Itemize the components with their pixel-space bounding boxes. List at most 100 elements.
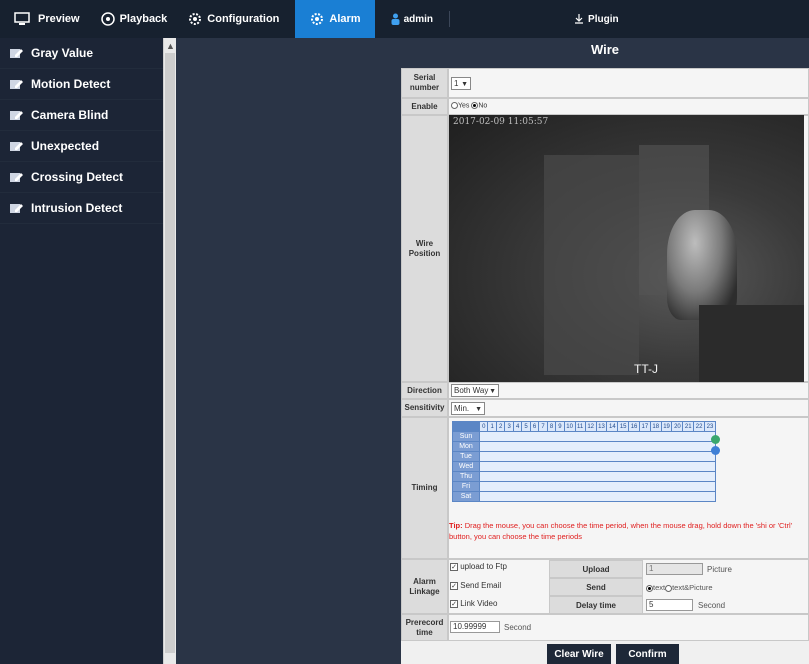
hour-cell[interactable]: 15: [617, 421, 630, 432]
hour-cell[interactable]: 9: [555, 421, 565, 432]
hour-cell[interactable]: 17: [638, 421, 651, 432]
hour-cell[interactable]: 12: [584, 421, 597, 432]
timing-day-row[interactable]: Sat: [452, 491, 716, 502]
download-icon: [575, 14, 584, 24]
timing-day-row[interactable]: Fri: [452, 481, 716, 492]
day-schedule-bar[interactable]: [479, 461, 716, 472]
sidebar-item-label: Unexpected: [31, 139, 100, 153]
scrollbar-thumb[interactable]: [165, 53, 175, 653]
day-schedule-bar[interactable]: [479, 491, 716, 502]
hour-cell[interactable]: 7: [538, 421, 548, 432]
hour-cell[interactable]: 1: [487, 421, 497, 432]
upload-count-input[interactable]: 1: [646, 563, 703, 575]
nav-preview[interactable]: Preview: [0, 0, 90, 38]
day-schedule-bar[interactable]: [479, 431, 716, 442]
hour-cell[interactable]: 3: [504, 421, 514, 432]
day-schedule-bar[interactable]: [479, 481, 716, 492]
hour-cell[interactable]: 10: [563, 421, 576, 432]
delay-time-input[interactable]: 5: [646, 599, 693, 611]
hour-cell[interactable]: 6: [529, 421, 540, 432]
day-label[interactable]: Wed: [452, 461, 480, 472]
video-preview[interactable]: 2017-02-09 11:05:57 TT-J: [449, 115, 804, 382]
clear-wire-button[interactable]: Clear Wire: [547, 644, 611, 664]
timing-day-row[interactable]: Thu: [452, 471, 716, 482]
sidebar-item-gray-value[interactable]: Gray Value: [0, 38, 163, 69]
sidebar-item-unexpected[interactable]: Unexpected: [0, 131, 163, 162]
day-schedule-bar[interactable]: [479, 441, 716, 452]
sidebar-item-camera-blind[interactable]: Camera Blind: [0, 100, 163, 131]
upload-unit: Picture: [707, 565, 732, 574]
nav-configuration-label: Configuration: [207, 13, 280, 25]
hour-cell[interactable]: 21: [682, 421, 695, 432]
wire-position-label: Wire Position: [401, 115, 448, 382]
tip-text: Drag the mouse, you can choose the time …: [449, 521, 793, 541]
hour-cell[interactable]: 8: [546, 421, 557, 432]
timing-schedule-grid[interactable]: 0 1 2 3 4 5 6 7 8 9 10 11 12 13 14 15 16…: [452, 421, 716, 502]
hour-cell[interactable]: 0: [478, 421, 489, 432]
day-label[interactable]: Fri: [452, 481, 480, 492]
send-options: text text&Picture: [646, 583, 713, 592]
day-schedule-bar[interactable]: [479, 451, 716, 462]
page-title: Wire: [401, 38, 809, 68]
prerecord-row: [448, 614, 809, 641]
timing-day-row[interactable]: Tue: [452, 451, 716, 462]
direction-select[interactable]: Both Way: [451, 384, 499, 397]
clear-icon[interactable]: [711, 446, 720, 455]
day-label[interactable]: Sat: [452, 491, 480, 502]
day-schedule-bar[interactable]: [479, 471, 716, 482]
hour-cell[interactable]: 16: [628, 421, 640, 432]
direction-row: Both Way: [448, 382, 809, 399]
user-menu[interactable]: admin: [375, 0, 443, 38]
sensitivity-select[interactable]: Min.: [451, 402, 485, 415]
send-text-picture-radio[interactable]: [665, 584, 673, 592]
prerecord-unit: Second: [504, 623, 532, 632]
hour-cell[interactable]: 22: [693, 421, 706, 432]
enable-yes-radio[interactable]: [451, 102, 458, 109]
hour-cell[interactable]: 23: [704, 421, 716, 432]
send-text-radio[interactable]: [646, 584, 653, 592]
confirm-button[interactable]: Confirm: [616, 644, 679, 664]
timing-day-row[interactable]: Mon: [452, 441, 716, 452]
sidebar-item-motion-detect[interactable]: Motion Detect: [0, 69, 163, 100]
plugin-label: Plugin: [588, 13, 619, 25]
hour-cell[interactable]: 13: [595, 421, 608, 432]
send-email-checkbox[interactable]: ✓: [450, 581, 458, 590]
scroll-up-icon[interactable]: ▲: [166, 41, 175, 51]
delay-unit: Second: [698, 601, 726, 610]
nav-configuration[interactable]: Configuration: [177, 0, 289, 38]
day-label[interactable]: Tue: [452, 451, 480, 462]
prerecord-time-input[interactable]: 10.99999: [450, 621, 500, 633]
select-all-icon[interactable]: [711, 435, 720, 444]
hour-cell[interactable]: 11: [574, 421, 586, 432]
video-scene-desk: [699, 305, 804, 382]
timing-tip: Tip: Drag the mouse, you can choose the …: [449, 520, 809, 542]
upload-ftp-checkbox[interactable]: ✓: [450, 562, 458, 571]
day-label[interactable]: Mon: [452, 441, 480, 452]
wire-form: Serial number 1 Enable Yes No Wire Posit…: [401, 68, 809, 664]
plugin-download[interactable]: Plugin: [564, 0, 629, 38]
hour-cell[interactable]: 18: [649, 421, 662, 432]
serial-number-row: 1: [448, 68, 809, 98]
day-label[interactable]: Thu: [452, 471, 480, 482]
hour-cell[interactable]: 20: [671, 421, 684, 432]
timing-day-row[interactable]: Wed: [452, 461, 716, 472]
hour-cell[interactable]: 2: [495, 421, 506, 432]
hour-cell[interactable]: 4: [512, 421, 523, 432]
link-video-checkbox[interactable]: ✓: [450, 599, 458, 608]
edit-icon: [10, 79, 23, 89]
video-timestamp: 2017-02-09 11:05:57: [453, 117, 549, 127]
serial-number-select[interactable]: 1: [451, 77, 471, 90]
timing-grid-corner: [452, 421, 480, 432]
nav-playback[interactable]: Playback: [90, 0, 178, 38]
nav-alarm-label: Alarm: [329, 13, 361, 25]
hour-cell[interactable]: 5: [521, 421, 531, 432]
sidebar-scrollbar[interactable]: ▲: [163, 38, 176, 664]
sidebar-item-crossing-detect[interactable]: Crossing Detect: [0, 162, 163, 193]
sidebar-item-intrusion-detect[interactable]: Intrusion Detect: [0, 193, 163, 224]
enable-label: Enable: [401, 98, 448, 115]
day-label[interactable]: Sun: [452, 431, 480, 442]
nav-alarm[interactable]: Alarm: [295, 0, 375, 38]
timing-day-row[interactable]: Sun: [452, 431, 716, 442]
hour-cell[interactable]: 19: [660, 421, 673, 432]
hour-cell[interactable]: 14: [606, 421, 619, 432]
